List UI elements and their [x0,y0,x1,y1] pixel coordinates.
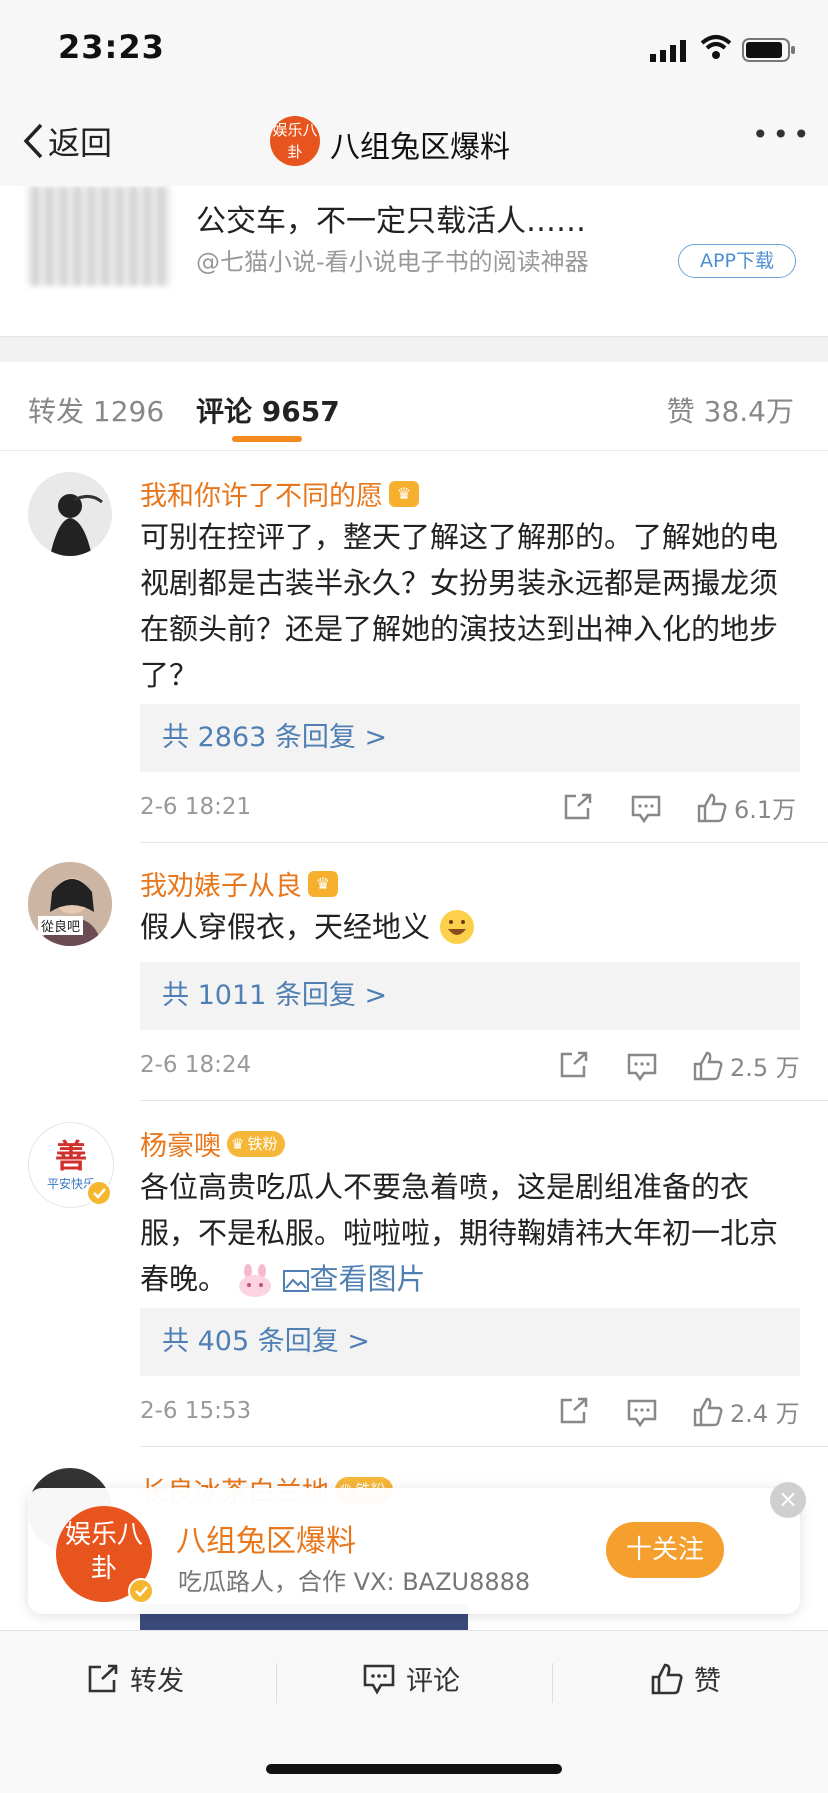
comment-time: 2-6 18:21 [140,794,252,820]
section-divider [0,336,828,363]
active-tab-indicator [232,436,302,442]
like-count: 6.1万 [734,796,797,824]
comment-button[interactable]: 评论 [362,1659,460,1698]
follow-name[interactable]: 八组兔区爆料 [176,1516,356,1560]
ad-thumbnail [28,186,170,286]
username-text: 我和你许了不同的愿 [140,481,383,512]
username-text: 我劝婊子从良 [140,871,302,902]
thumbs-up-icon [693,1397,723,1426]
image-icon [283,1270,310,1292]
share-icon[interactable] [558,1396,590,1426]
ad-source: @七猫小说-看小说电子书的阅读神器 [196,248,589,276]
share-icon[interactable] [562,792,594,822]
chevron-left-icon [23,123,43,159]
replies-link[interactable]: 共 2863 条回复 > [140,704,800,772]
share-icon [88,1664,118,1692]
separator [276,1663,277,1703]
divider [140,842,828,843]
avatar[interactable] [28,472,112,556]
crown-icon: ♛ [308,870,338,897]
follow-button[interactable]: 十关注 [606,1522,724,1578]
back-button[interactable]: 返回 [22,118,112,164]
thumbs-up-icon [693,1051,723,1080]
comment-icon [363,1664,395,1695]
ad-card[interactable]: 公交车，不一定只载活人…… @七猫小说-看小说电子书的阅读神器 APP下载 [0,186,828,336]
signal-icon [650,40,686,62]
tab-likes[interactable]: 赞 38.4万 [667,390,794,430]
comment-icon[interactable] [626,1052,658,1082]
follow-popup: 娱乐八卦 八组兔区爆料 吃瓜路人，合作 VX: BAZU8888 十关注 × [28,1482,806,1614]
crown-icon: ♛ [389,480,419,507]
comment-icon[interactable] [626,1398,658,1428]
username-text: 杨豪噢 [140,1131,221,1162]
comment-label: 评论 [406,1666,460,1697]
battery-icon [742,38,795,62]
grin-emoji-icon [440,910,475,944]
thumbs-up-icon [697,793,727,822]
comment-username[interactable]: 杨豪噢 ♛ 铁粉 [140,1124,286,1163]
like-label: 赞 [694,1666,721,1697]
replies-link[interactable]: 共 405 条回复 > [140,1308,800,1376]
bunny-emoji-icon [239,1264,272,1297]
fan-badge: ♛铁粉 [227,1130,286,1157]
status-time: 23:23 [58,28,165,66]
like-button[interactable]: 6.1万 [696,790,796,825]
comment-text-content: 假人穿假衣，天经地义 [140,910,431,944]
verified-icon [86,1180,112,1206]
close-icon[interactable]: × [770,1482,806,1518]
avatar-glyph: 善 [54,1137,87,1175]
like-count: 2.5 万 [730,1054,800,1082]
account-avatar[interactable]: 娱乐八卦 [270,116,320,166]
crown-icon: ♛ [231,1134,245,1153]
comment-time: 2-6 18:24 [140,1052,252,1078]
replies-link[interactable]: 共 1011 条回复 > [140,962,800,1030]
comment-icon[interactable] [630,794,662,824]
nav-bar: 返回 娱乐八卦 八组兔区爆料 ••• [0,100,828,187]
avatar-caption: 從良吧 [38,916,84,935]
home-indicator [266,1764,562,1774]
comment-text: 可别在控评了，整天了解这了解那的。了解她的电视剧都是古装半永久？女扮男装永远都是… [140,520,779,692]
silhouette-icon [50,494,103,556]
thumbs-up-icon [651,1663,683,1694]
tab-bar: 转发 1296 评论 9657 赞 38.4万 [0,362,828,451]
comment-text: 各位高贵吃瓜人不要急着喷，这是剧组准备的衣服，不是私服。啦啦啦，期待鞠婧祎大年初… [140,1164,800,1302]
fan-badge-label: 铁粉 [247,1135,278,1153]
separator [552,1663,553,1703]
tab-repost[interactable]: 转发 1296 [28,390,164,430]
divider [140,1100,828,1101]
avatar[interactable]: 從良吧 [28,862,112,946]
ad-text: 公交车，不一定只载活人…… [196,204,586,239]
comment-text: 假人穿假衣，天经地义 [140,904,800,950]
comment-username[interactable]: 我劝婊子从良 ♛ [140,864,338,903]
follow-description: 吃瓜路人，合作 VX: BAZU8888 [178,1568,531,1596]
comment-username[interactable]: 我和你许了不同的愿 ♛ [140,474,419,513]
divider [140,1446,828,1447]
view-image-label: 查看图片 [309,1262,426,1296]
repost-label: 转发 [130,1666,184,1697]
app-download-button[interactable]: APP下载 [678,244,796,278]
comment-time: 2-6 15:53 [140,1398,252,1424]
tab-comments[interactable]: 评论 9657 [196,390,340,430]
wifi-icon [700,35,732,59]
more-options-button[interactable]: ••• [752,118,814,151]
repost-button[interactable]: 转发 [86,1659,184,1698]
page-title: 八组兔区爆料 [330,130,510,165]
like-count: 2.4 万 [730,1400,800,1428]
share-icon[interactable] [558,1050,590,1080]
verified-icon [128,1578,154,1604]
like-button[interactable]: 2.5 万 [692,1048,800,1083]
like-button[interactable]: 2.4 万 [692,1394,800,1429]
like-button[interactable]: 赞 [650,1659,721,1698]
view-image-link[interactable]: 查看图片 [283,1262,425,1296]
back-label: 返回 [48,124,113,162]
status-bar: 23:23 [0,0,828,100]
